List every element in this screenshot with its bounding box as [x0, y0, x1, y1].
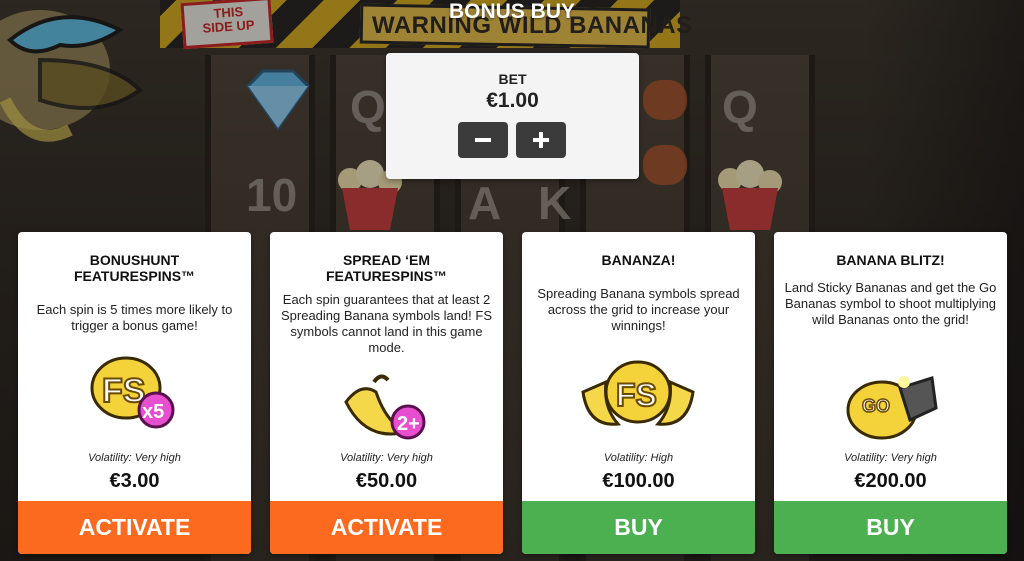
- bet-panel: BET €1.00: [386, 53, 639, 179]
- bet-value: €1.00: [486, 89, 539, 112]
- fs-x5-icon: FS x5: [90, 356, 175, 429]
- activate-button[interactable]: ACTIVATE: [18, 501, 251, 554]
- card-volatility: Volatility: Very high: [340, 452, 433, 464]
- card-volatility: Volatility: Very high: [88, 452, 181, 464]
- banana-2plus-icon: 2+: [344, 374, 426, 440]
- bet-label: BET: [498, 71, 527, 87]
- card-price: €200.00: [854, 470, 927, 492]
- go-bananas-icon: GO: [846, 376, 938, 440]
- bonus-card-bananza: BANANZA! Spreading Banana symbols spread…: [522, 232, 755, 554]
- card-volatility: Volatility: High: [603, 452, 674, 464]
- card-description: Each spin guarantees that at least 2 Spr…: [280, 292, 492, 355]
- card-title: BANANZA!: [601, 252, 676, 268]
- bonus-card-banana-blitz: BANANA BLITZ! Land Sticky Bananas and ge…: [774, 232, 1007, 554]
- svg-text:GO: GO: [862, 396, 890, 416]
- activate-button[interactable]: ACTIVATE: [270, 501, 503, 554]
- svg-text:FS: FS: [616, 377, 657, 413]
- card-title: BANANA BLITZ!: [836, 252, 945, 268]
- card-title: SPREAD ‘EM FEATURESPINS™: [325, 252, 448, 284]
- page-title: BONUS BUY: [448, 0, 575, 23]
- card-price: €100.00: [602, 470, 675, 492]
- card-description: Land Sticky Bananas and get the Go Banan…: [784, 280, 997, 327]
- card-volatility: Volatility: Very high: [844, 452, 937, 464]
- bet-increase-button[interactable]: [516, 122, 566, 158]
- bonus-card-spread-em: SPREAD ‘EM FEATURESPINS™ Each spin guara…: [270, 232, 503, 554]
- fs-bananas-icon: FS: [581, 360, 695, 426]
- svg-text:x5: x5: [142, 401, 164, 423]
- minus-icon: [475, 138, 491, 142]
- svg-text:2+: 2+: [397, 413, 420, 435]
- bonus-card-bonushunt: BONUSHUNT FEATURESPINS™ Each spin is 5 t…: [18, 232, 251, 554]
- card-description: Each spin is 5 times more likely to trig…: [36, 302, 233, 333]
- bet-decrease-button[interactable]: [458, 122, 508, 158]
- card-description: Spreading Banana symbols spread across t…: [537, 286, 740, 333]
- buy-button[interactable]: BUY: [522, 501, 755, 554]
- card-price: €3.00: [109, 470, 160, 492]
- buy-button[interactable]: BUY: [774, 501, 1007, 554]
- card-title: BONUSHUNT FEATURESPINS™: [73, 252, 196, 284]
- card-price: €50.00: [355, 470, 418, 492]
- plus-icon: [533, 132, 549, 148]
